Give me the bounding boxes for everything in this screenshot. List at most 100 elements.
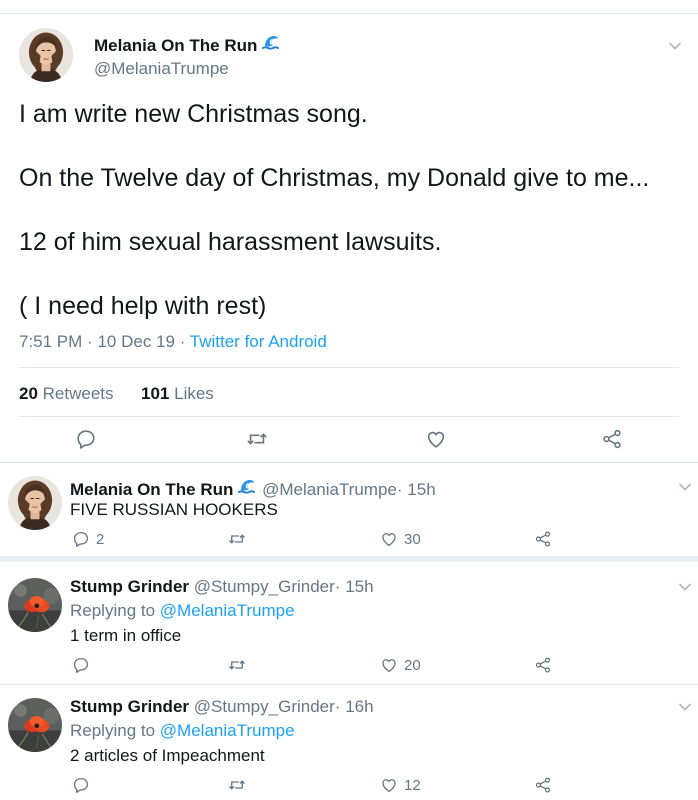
retweet-button[interactable] bbox=[228, 530, 246, 548]
share-icon bbox=[534, 656, 552, 674]
reply-author-name[interactable]: Melania On The Run bbox=[70, 480, 233, 499]
retweet-icon bbox=[228, 530, 246, 548]
avatar[interactable] bbox=[19, 28, 73, 82]
retweet-button[interactable] bbox=[228, 656, 246, 674]
reply-age[interactable]: 15h bbox=[345, 577, 373, 596]
reply-button[interactable] bbox=[75, 428, 97, 450]
reply-text: 2 articles of Impeachment bbox=[70, 746, 265, 765]
reply-author-handle[interactable]: @MelaniaTrumpe bbox=[262, 480, 397, 499]
like-button[interactable]: 20 bbox=[380, 656, 421, 674]
reply-button[interactable]: 2 bbox=[72, 530, 104, 548]
avatar-photo bbox=[8, 578, 62, 632]
tweet-text-line: I am write new Christmas song. bbox=[19, 100, 368, 128]
like-count: 12 bbox=[404, 776, 421, 794]
reply-avatar[interactable] bbox=[8, 578, 62, 632]
reply-author-name[interactable]: Stump Grinder bbox=[70, 697, 189, 716]
avatar-photo bbox=[8, 476, 62, 530]
wave-emoji-icon bbox=[261, 33, 281, 53]
share-button[interactable] bbox=[534, 656, 552, 674]
author-handle[interactable]: @MelaniaTrumpe bbox=[94, 59, 229, 79]
reply-header: Stump Grinder @Stumpy_Grinder· 15h bbox=[70, 577, 374, 597]
retweet-icon bbox=[246, 428, 268, 450]
divider bbox=[0, 462, 698, 463]
share-button[interactable] bbox=[534, 776, 552, 794]
replying-to: Replying to @MelaniaTrumpe bbox=[70, 721, 295, 741]
retweets-stat[interactable]: 20 Retweets bbox=[19, 384, 114, 403]
like-button[interactable]: 30 bbox=[380, 530, 421, 548]
reply-author-handle[interactable]: @Stumpy_Grinder bbox=[194, 577, 335, 596]
meta-separator: · bbox=[334, 577, 341, 596]
top-border bbox=[0, 13, 698, 14]
like-button[interactable] bbox=[425, 428, 447, 450]
avatar-photo bbox=[19, 28, 73, 82]
author-name-row[interactable]: Melania On The Run bbox=[94, 33, 281, 56]
like-icon bbox=[425, 428, 447, 450]
likes-stat[interactable]: 101 Likes bbox=[141, 384, 214, 403]
like-count: 30 bbox=[404, 530, 421, 548]
reply-avatar[interactable] bbox=[8, 698, 62, 752]
share-button[interactable] bbox=[534, 530, 552, 548]
tweet-date[interactable]: 10 Dec 19 bbox=[97, 332, 175, 351]
meta-separator: · bbox=[396, 480, 403, 499]
like-count: 20 bbox=[404, 656, 421, 674]
share-icon bbox=[534, 776, 552, 794]
reply-text: 1 term in office bbox=[70, 626, 182, 645]
reply-icon bbox=[72, 530, 90, 548]
chevron-down-icon[interactable] bbox=[678, 482, 692, 492]
retweets-label: Retweets bbox=[42, 384, 114, 403]
reply-author-handle[interactable]: @Stumpy_Grinder bbox=[194, 697, 335, 716]
author-name[interactable]: Melania On The Run bbox=[94, 36, 257, 55]
tweet-time[interactable]: 7:51 PM bbox=[19, 332, 82, 351]
retweet-button[interactable] bbox=[228, 776, 246, 794]
likes-label: Likes bbox=[174, 384, 214, 403]
divider bbox=[19, 367, 679, 368]
reply-icon bbox=[72, 776, 90, 794]
retweet-icon bbox=[228, 776, 246, 794]
share-icon bbox=[534, 530, 552, 548]
reply-age[interactable]: 15h bbox=[407, 480, 435, 499]
reply-avatar[interactable] bbox=[8, 476, 62, 530]
reply-button[interactable] bbox=[72, 776, 96, 794]
chevron-down-icon[interactable] bbox=[668, 41, 682, 51]
tweet-text-line: 12 of him sexual harassment lawsuits. bbox=[19, 228, 442, 256]
tweet-text-line: ( I need help with rest) bbox=[19, 292, 267, 320]
reply-header: Melania On The Run @MelaniaTrumpe· 15h bbox=[70, 477, 436, 500]
retweets-count: 20 bbox=[19, 384, 38, 403]
reply-author-name[interactable]: Stump Grinder bbox=[70, 577, 189, 596]
like-button[interactable]: 12 bbox=[380, 776, 421, 794]
like-icon bbox=[380, 530, 398, 548]
wave-emoji-icon bbox=[237, 477, 257, 497]
chevron-down-icon[interactable] bbox=[678, 702, 692, 712]
divider bbox=[0, 684, 698, 685]
replying-to-handle[interactable]: @MelaniaTrumpe bbox=[160, 601, 295, 620]
reply-icon bbox=[72, 656, 90, 674]
replying-to-handle[interactable]: @MelaniaTrumpe bbox=[160, 721, 295, 740]
thread-separator bbox=[0, 556, 698, 562]
share-icon bbox=[601, 428, 623, 450]
reply-icon bbox=[75, 428, 97, 450]
share-button[interactable] bbox=[601, 428, 623, 450]
chevron-down-icon[interactable] bbox=[678, 582, 692, 592]
meta-separator: · bbox=[179, 332, 186, 351]
meta-separator: · bbox=[87, 332, 93, 351]
like-icon bbox=[380, 656, 398, 674]
reply-header: Stump Grinder @Stumpy_Grinder· 16h bbox=[70, 697, 374, 717]
reply-button[interactable] bbox=[72, 656, 96, 674]
replying-to-label: Replying to bbox=[70, 721, 156, 740]
replying-to: Replying to @MelaniaTrumpe bbox=[70, 601, 295, 621]
reply-age[interactable]: 16h bbox=[345, 697, 373, 716]
avatar-photo bbox=[8, 698, 62, 752]
retweet-icon bbox=[228, 656, 246, 674]
reply-text: FIVE RUSSIAN HOOKERS bbox=[70, 500, 278, 519]
tweet-text-line: On the Twelve day of Christmas, my Donal… bbox=[19, 164, 650, 192]
replying-to-label: Replying to bbox=[70, 601, 156, 620]
like-icon bbox=[380, 776, 398, 794]
divider bbox=[19, 416, 679, 417]
meta-separator: · bbox=[334, 697, 341, 716]
likes-count: 101 bbox=[141, 384, 170, 403]
reply-count: 2 bbox=[96, 530, 105, 548]
tweet-stats: 20 Retweets 101 Likes bbox=[19, 384, 214, 404]
retweet-button[interactable] bbox=[246, 428, 268, 450]
tweet-source-link[interactable]: Twitter for Android bbox=[190, 332, 327, 351]
tweet-meta: 7:51 PM · 10 Dec 19 · Twitter for Androi… bbox=[19, 332, 327, 352]
